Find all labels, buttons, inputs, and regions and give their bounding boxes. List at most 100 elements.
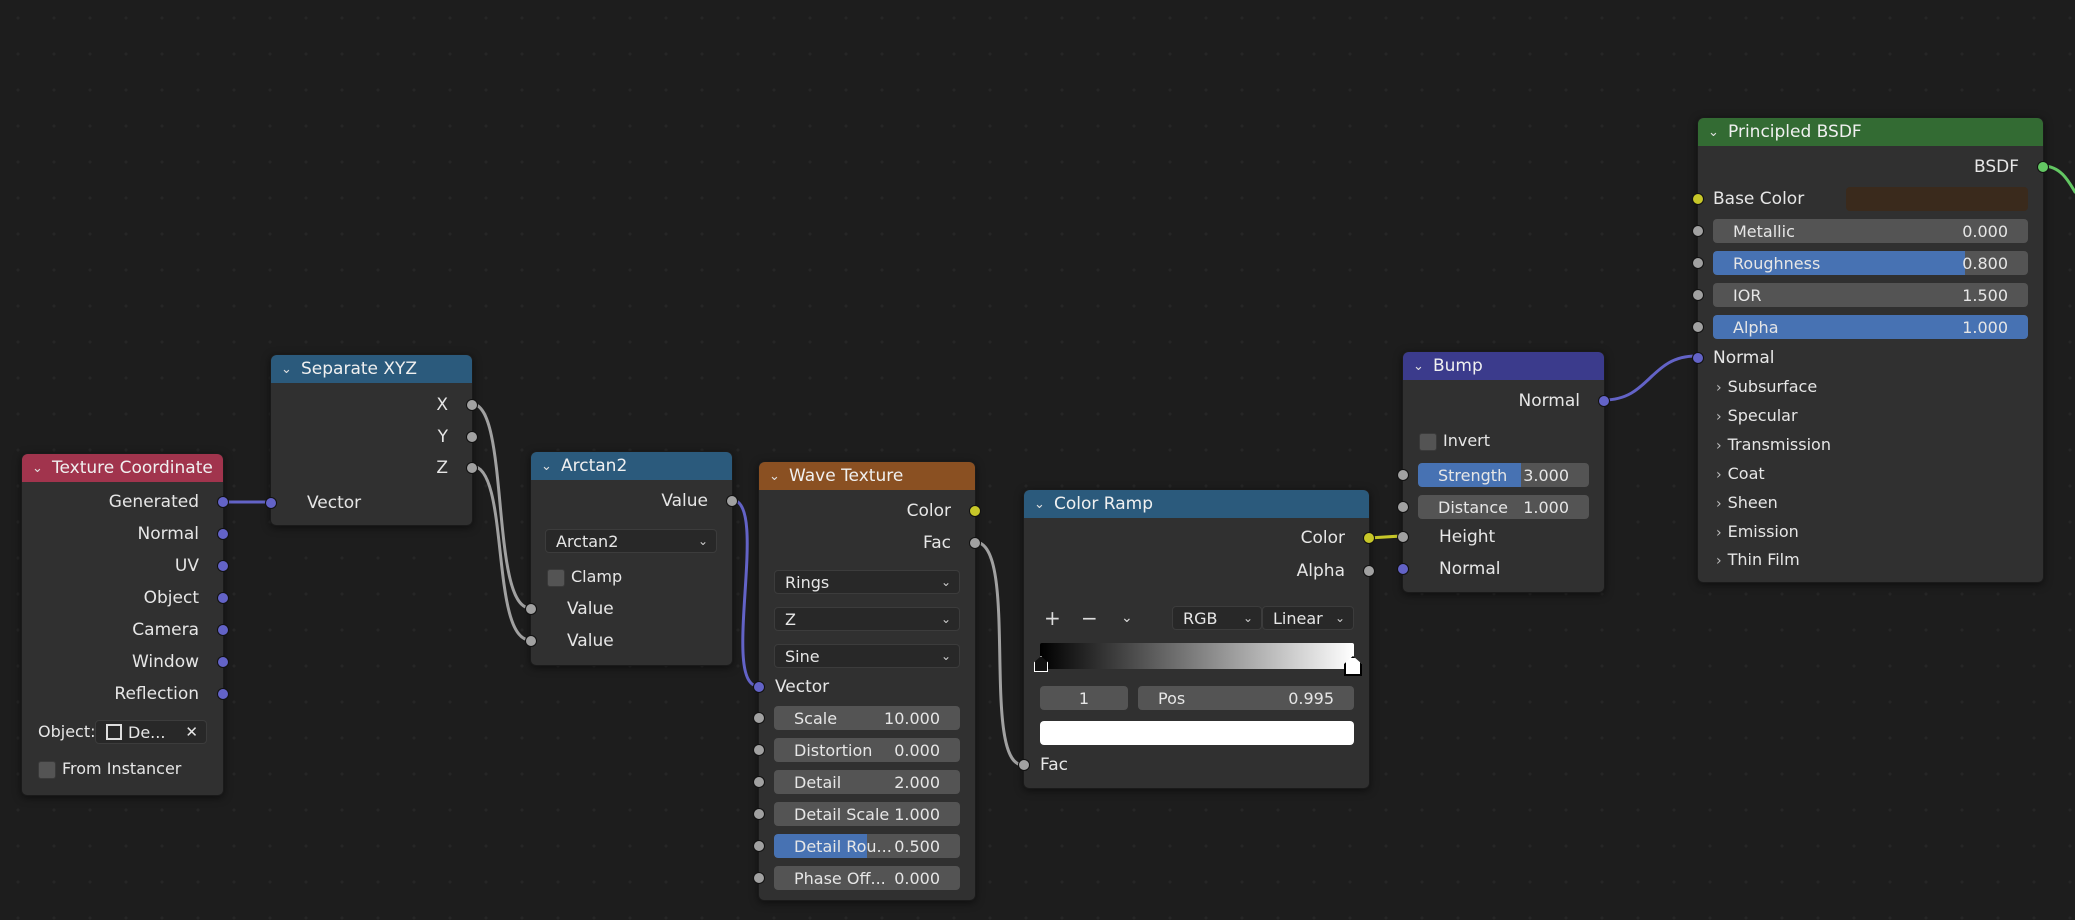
panel-coat[interactable]: › Coat: [1716, 464, 1765, 485]
output-socket-reflection[interactable]: [217, 688, 229, 700]
output-socket-bsdf[interactable]: [2037, 161, 2049, 173]
panel-emission[interactable]: › Emission: [1716, 522, 1799, 543]
output-socket-z[interactable]: [466, 462, 478, 474]
scale-field[interactable]: Scale 10.000: [774, 706, 960, 730]
panel-transmission[interactable]: › Transmission: [1716, 435, 1831, 456]
output-socket-generated[interactable]: [217, 496, 229, 508]
output-socket-x[interactable]: [466, 399, 478, 411]
input-socket-value-2[interactable]: [525, 635, 537, 647]
node-header[interactable]: ⌄ Color Ramp: [1024, 490, 1369, 518]
chevron-down-icon[interactable]: ⌄: [541, 459, 553, 474]
direction-dropdown[interactable]: Z ⌄: [774, 607, 960, 631]
distortion-field[interactable]: Distortion 0.000: [774, 738, 960, 762]
output-socket-fac[interactable]: [969, 537, 981, 549]
input-socket-strength[interactable]: [1397, 469, 1409, 481]
clamp-checkbox[interactable]: [547, 569, 565, 587]
color-ramp-gradient[interactable]: [1040, 643, 1354, 669]
stop-color-swatch[interactable]: [1040, 721, 1354, 745]
chevron-down-icon[interactable]: ⌄: [1121, 606, 1133, 630]
base-color-swatch[interactable]: [1846, 187, 2028, 211]
input-socket-metallic[interactable]: [1692, 225, 1704, 237]
stop-index-field[interactable]: 1: [1040, 686, 1128, 710]
roughness-field[interactable]: Roughness 0.800: [1713, 251, 2028, 275]
detail-roughness-field[interactable]: Detail Rou... 0.500: [774, 834, 960, 858]
node-separate-xyz[interactable]: ⌄ Separate XYZ X Y Z Vector: [265, 354, 478, 526]
node-color-ramp[interactable]: ⌄ Color Ramp Color Alpha + − ⌄ RGB ⌄ Lin…: [1018, 489, 1375, 789]
color-mode-dropdown[interactable]: RGB ⌄: [1172, 606, 1262, 630]
add-stop-icon[interactable]: +: [1044, 606, 1061, 630]
input-socket-normal[interactable]: [1692, 352, 1704, 364]
output-socket-value[interactable]: [726, 495, 738, 507]
input-socket-alpha[interactable]: [1692, 321, 1704, 333]
detail-scale-field[interactable]: Detail Scale 1.000: [774, 802, 960, 826]
phase-offset-field[interactable]: Phase Off... 0.000: [774, 866, 960, 890]
node-header[interactable]: ⌄ Bump: [1403, 352, 1604, 380]
output-socket-normal[interactable]: [1598, 395, 1610, 407]
remove-stop-icon[interactable]: −: [1081, 606, 1098, 630]
node-header[interactable]: ⌄ Wave Texture: [759, 462, 975, 490]
strength-field[interactable]: Strength 3.000: [1418, 463, 1589, 487]
node-principled-bsdf[interactable]: ⌄ Principled BSDF BSDF Base Color Metall…: [1692, 117, 2049, 583]
output-socket-uv[interactable]: [217, 560, 229, 572]
panel-subsurface[interactable]: › Subsurface: [1716, 377, 1817, 398]
chevron-down-icon[interactable]: ⌄: [1708, 125, 1720, 140]
node-texture-coordinate[interactable]: ⌄ Texture Coordinate Generated Normal UV…: [21, 453, 229, 796]
chevron-down-icon[interactable]: ⌄: [32, 461, 44, 476]
object-field[interactable]: De... ✕: [95, 720, 207, 744]
output-label: Normal: [137, 524, 199, 544]
ior-field[interactable]: IOR 1.500: [1713, 283, 2028, 307]
output-socket-color[interactable]: [969, 505, 981, 517]
panel-specular[interactable]: › Specular: [1716, 406, 1798, 427]
alpha-field[interactable]: Alpha 1.000: [1713, 315, 2028, 339]
output-socket-object[interactable]: [217, 592, 229, 604]
close-icon[interactable]: ✕: [185, 723, 198, 741]
input-socket-phase-offset[interactable]: [753, 872, 765, 884]
wave-type-dropdown[interactable]: Rings ⌄: [774, 570, 960, 594]
chevron-right-icon: ›: [1716, 380, 1722, 396]
input-socket-distance[interactable]: [1397, 501, 1409, 513]
input-socket-height[interactable]: [1397, 531, 1409, 543]
input-socket-base-color[interactable]: [1692, 193, 1704, 205]
input-socket-normal[interactable]: [1397, 563, 1409, 575]
input-socket-roughness[interactable]: [1692, 257, 1704, 269]
input-socket-detail-roughness[interactable]: [753, 840, 765, 852]
input-socket-distortion[interactable]: [753, 744, 765, 756]
node-wave-texture[interactable]: ⌄ Wave Texture Color Fac Rings ⌄ Z ⌄ Sin…: [753, 461, 981, 901]
detail-field[interactable]: Detail 2.000: [774, 770, 960, 794]
node-arctan2[interactable]: ⌄ Arctan2 Value Arctan2 ⌄ Clamp Value Va…: [525, 451, 738, 666]
node-header[interactable]: ⌄ Texture Coordinate: [22, 454, 223, 482]
operation-dropdown[interactable]: Arctan2 ⌄: [545, 529, 717, 553]
input-socket-detail-scale[interactable]: [753, 808, 765, 820]
from-instancer-checkbox[interactable]: [38, 761, 56, 779]
output-socket-alpha[interactable]: [1363, 565, 1375, 577]
profile-dropdown[interactable]: Sine ⌄: [774, 644, 960, 668]
panel-thin-film[interactable]: › Thin Film: [1716, 550, 1800, 571]
node-header[interactable]: ⌄ Arctan2: [531, 452, 732, 480]
input-socket-vector[interactable]: [265, 497, 277, 509]
node-header[interactable]: ⌄ Principled BSDF: [1698, 118, 2043, 146]
node-bump[interactable]: ⌄ Bump Normal Invert Strength 3.000 Dist…: [1397, 351, 1610, 593]
input-socket-value-1[interactable]: [525, 603, 537, 615]
output-socket-camera[interactable]: [217, 624, 229, 636]
input-socket-fac[interactable]: [1018, 759, 1030, 771]
chevron-down-icon[interactable]: ⌄: [1413, 359, 1425, 374]
panel-label: Sheen: [1727, 493, 1778, 512]
output-socket-normal[interactable]: [217, 528, 229, 540]
chevron-down-icon[interactable]: ⌄: [1034, 497, 1046, 512]
output-socket-y[interactable]: [466, 431, 478, 443]
interpolation-dropdown[interactable]: Linear ⌄: [1262, 606, 1354, 630]
chevron-down-icon[interactable]: ⌄: [281, 362, 293, 377]
chevron-down-icon[interactable]: ⌄: [769, 469, 781, 484]
input-socket-vector[interactable]: [753, 681, 765, 693]
position-field[interactable]: Pos 0.995: [1138, 686, 1354, 710]
distance-field[interactable]: Distance 1.000: [1418, 495, 1589, 519]
output-socket-color[interactable]: [1363, 532, 1375, 544]
output-socket-window[interactable]: [217, 656, 229, 668]
metallic-field[interactable]: Metallic 0.000: [1713, 219, 2028, 243]
input-socket-ior[interactable]: [1692, 289, 1704, 301]
panel-sheen[interactable]: › Sheen: [1716, 493, 1778, 514]
invert-checkbox[interactable]: [1419, 433, 1437, 451]
node-header[interactable]: ⌄ Separate XYZ: [271, 355, 472, 383]
input-socket-detail[interactable]: [753, 776, 765, 788]
input-socket-scale[interactable]: [753, 712, 765, 724]
